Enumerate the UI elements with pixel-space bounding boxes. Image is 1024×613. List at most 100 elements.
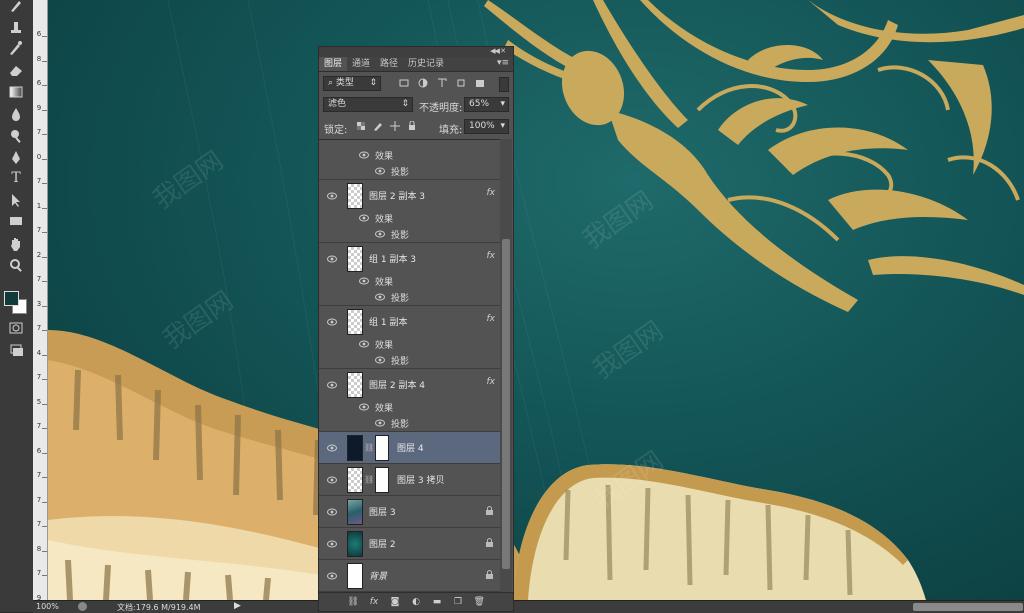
fx-icon[interactable]: fx xyxy=(487,377,496,387)
eye-icon[interactable] xyxy=(327,540,337,548)
horizontal-scrollbar[interactable] xyxy=(913,603,1023,611)
collapse-icon[interactable]: ◀◀ ✕ xyxy=(490,47,506,55)
type-icon[interactable]: T xyxy=(6,168,26,188)
history-brush-icon[interactable] xyxy=(6,38,26,58)
pen-icon[interactable] xyxy=(6,148,26,168)
link-icon[interactable]: ⛓ xyxy=(364,443,374,452)
new-layer-icon[interactable]: ❐ xyxy=(453,597,464,607)
pixel-filter-icon[interactable] xyxy=(399,78,409,88)
layer-row-partial[interactable] xyxy=(319,140,501,148)
eye-icon[interactable] xyxy=(327,444,337,452)
eye-icon[interactable] xyxy=(359,277,369,285)
eye-icon[interactable] xyxy=(327,255,337,263)
effect-row[interactable]: 投影 xyxy=(319,290,501,306)
tab-history[interactable]: 历史记录 xyxy=(403,57,449,71)
link-layers-icon[interactable]: ⛓ xyxy=(348,597,359,607)
layer-row[interactable]: 组 1 副本 3 fx xyxy=(319,243,501,274)
layer-name[interactable]: 组 1 副本 3 xyxy=(369,252,416,265)
blend-mode-select[interactable]: 滤色 ⇕ xyxy=(323,97,413,112)
eye-icon[interactable] xyxy=(375,356,385,364)
zoom-level[interactable]: 100% xyxy=(36,602,59,611)
delete-layer-icon[interactable]: 🗑 xyxy=(474,597,485,607)
layer-row[interactable]: 图层 2 副本 4 fx xyxy=(319,369,501,400)
effects-row[interactable]: 效果 xyxy=(319,337,501,353)
blur-icon[interactable] xyxy=(6,104,26,124)
quick-mask-icon[interactable] xyxy=(6,318,26,338)
effects-row[interactable]: 效果 xyxy=(319,400,501,416)
rectangle-icon[interactable] xyxy=(6,211,26,231)
link-icon[interactable]: ⛓ xyxy=(364,475,374,484)
layer-row[interactable]: 图层 2 副本 3 fx xyxy=(319,180,501,211)
layer-row[interactable]: ⛓ 图层 3 拷贝 xyxy=(319,464,501,496)
fx-icon[interactable]: fx xyxy=(487,251,496,261)
foreground-color-swatch[interactable] xyxy=(4,291,19,306)
status-menu-arrow-icon[interactable]: ▶ xyxy=(234,601,241,611)
layer-mask-thumbnail[interactable] xyxy=(375,467,389,493)
panel-menu-icon[interactable]: ▾≡ xyxy=(497,58,509,68)
effects-row[interactable]: 效果 xyxy=(319,148,501,164)
eye-icon[interactable] xyxy=(375,293,385,301)
layer-row[interactable]: 组 1 副本 fx xyxy=(319,306,501,337)
eye-icon[interactable] xyxy=(375,230,385,238)
layer-name[interactable]: 图层 2 副本 3 xyxy=(369,189,425,202)
layer-list-scrollbar[interactable] xyxy=(500,139,512,594)
layer-row-selected[interactable]: ⛓ 图层 4 xyxy=(319,432,501,464)
opacity-input[interactable]: 65% ▾ xyxy=(464,97,509,112)
new-group-icon[interactable]: ▬ xyxy=(432,597,443,607)
eye-icon[interactable] xyxy=(359,151,369,159)
effects-row[interactable]: 效果 xyxy=(319,274,501,290)
effects-row[interactable]: 效果 xyxy=(319,211,501,227)
shape-filter-icon[interactable] xyxy=(456,78,466,88)
tab-paths[interactable]: 路径 xyxy=(375,57,403,71)
eye-icon[interactable] xyxy=(327,318,337,326)
layer-name[interactable]: 图层 3 拷贝 xyxy=(397,473,444,486)
layer-row[interactable]: 图层 3 xyxy=(319,496,501,528)
eye-icon[interactable] xyxy=(375,419,385,427)
eye-icon[interactable] xyxy=(327,508,337,516)
screen-mode-icon[interactable] xyxy=(6,340,26,360)
effect-row[interactable]: 投影 xyxy=(319,164,501,180)
eye-icon[interactable] xyxy=(327,572,337,580)
tab-layers[interactable]: 图层 xyxy=(319,57,348,71)
tab-channels[interactable]: 通道 xyxy=(347,57,375,71)
status-info-icon[interactable] xyxy=(78,602,87,611)
panel-header[interactable]: ◀◀ ✕ xyxy=(319,47,513,57)
clone-stamp-icon[interactable] xyxy=(6,17,26,37)
layer-name[interactable]: 图层 4 xyxy=(397,441,424,454)
brush-icon[interactable] xyxy=(6,0,26,16)
zoom-icon[interactable] xyxy=(6,255,26,275)
fill-input[interactable]: 100% ▾ xyxy=(464,119,509,134)
hand-icon[interactable] xyxy=(6,234,26,254)
fx-icon[interactable]: fx xyxy=(487,314,496,324)
scrollbar-thumb[interactable] xyxy=(502,239,510,569)
layer-name[interactable]: 图层 2 副本 4 xyxy=(369,378,425,391)
lock-all-icon[interactable] xyxy=(407,121,417,131)
eye-icon[interactable] xyxy=(359,403,369,411)
filter-toggle[interactable] xyxy=(499,77,509,92)
eye-icon[interactable] xyxy=(359,340,369,348)
dodge-icon[interactable] xyxy=(6,126,26,146)
lock-position-icon[interactable] xyxy=(390,121,400,131)
layer-name[interactable]: 组 1 副本 xyxy=(369,315,407,328)
eye-icon[interactable] xyxy=(359,214,369,222)
effect-row[interactable]: 投影 xyxy=(319,416,501,432)
adjustment-filter-icon[interactable] xyxy=(418,78,428,88)
path-selection-icon[interactable] xyxy=(6,190,26,210)
layer-name[interactable]: 背景 xyxy=(369,569,387,582)
type-filter-icon[interactable] xyxy=(437,78,447,88)
eraser-icon[interactable] xyxy=(6,60,26,80)
gradient-icon[interactable] xyxy=(6,82,26,102)
effect-row[interactable]: 投影 xyxy=(319,353,501,369)
lock-pixels-icon[interactable] xyxy=(373,121,383,131)
layer-name[interactable]: 图层 2 xyxy=(369,537,396,550)
fx-icon[interactable]: fx xyxy=(487,188,496,198)
smart-object-filter-icon[interactable] xyxy=(475,78,485,88)
eye-icon[interactable] xyxy=(327,476,337,484)
add-mask-icon[interactable]: ◙ xyxy=(390,597,401,607)
filter-kind-select[interactable]: ⌕ 类型 ⇕ xyxy=(323,76,381,91)
lock-transparent-icon[interactable] xyxy=(356,121,366,131)
effect-row[interactable]: 投影 xyxy=(319,227,501,243)
layer-mask-thumbnail[interactable] xyxy=(375,435,389,461)
add-style-icon[interactable]: fx xyxy=(369,597,380,607)
eye-icon[interactable] xyxy=(327,192,337,200)
